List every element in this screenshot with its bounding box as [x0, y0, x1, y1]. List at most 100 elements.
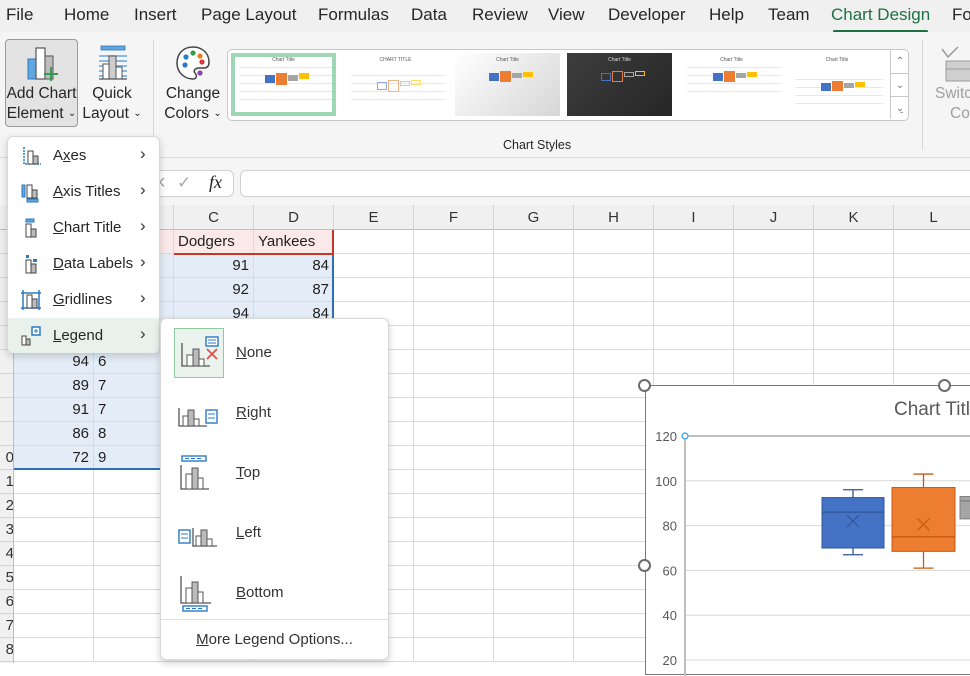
check-icon[interactable]: ✓: [177, 173, 191, 193]
row-header[interactable]: 2: [0, 494, 13, 518]
cell[interactable]: [494, 614, 574, 638]
chart-style-thumb[interactable]: Chart Title: [567, 53, 672, 116]
column-header-i[interactable]: I: [654, 205, 734, 230]
column-header-e[interactable]: E: [334, 205, 414, 230]
cell[interactable]: [334, 278, 414, 302]
cell[interactable]: [494, 422, 574, 446]
cell[interactable]: [574, 398, 654, 422]
cell[interactable]: 91: [14, 398, 94, 422]
cell[interactable]: [414, 494, 494, 518]
cell[interactable]: [734, 326, 814, 350]
cell[interactable]: [654, 254, 734, 278]
cell[interactable]: [14, 638, 94, 662]
menu-item-axis-titles[interactable]: Axis Titles ›: [8, 174, 159, 210]
menu-item-data-labels[interactable]: Data Labels ›: [8, 246, 159, 282]
cell[interactable]: [414, 254, 494, 278]
cell[interactable]: [814, 350, 894, 374]
menu-item-axes[interactable]: Axes ›: [8, 138, 159, 174]
cell[interactable]: [414, 446, 494, 470]
tab-view[interactable]: View: [548, 5, 585, 25]
cell[interactable]: [494, 254, 574, 278]
row-header[interactable]: 8: [0, 638, 13, 662]
gallery-more-button[interactable]: ⌄̱: [890, 96, 909, 119]
cell[interactable]: [494, 398, 574, 422]
cell[interactable]: [814, 254, 894, 278]
chart-style-thumb[interactable]: Chart Title: [679, 53, 784, 116]
column-header-k[interactable]: K: [814, 205, 894, 230]
column-header-l[interactable]: L: [894, 205, 970, 230]
tab-file[interactable]: File: [6, 5, 33, 25]
change-colors-button[interactable]: Change Colors ⌄: [160, 40, 226, 124]
cell[interactable]: [814, 230, 894, 254]
cell[interactable]: [414, 590, 494, 614]
cell[interactable]: [414, 398, 494, 422]
cell[interactable]: [334, 254, 414, 278]
cell[interactable]: [14, 590, 94, 614]
cell[interactable]: [494, 566, 574, 590]
row-header[interactable]: 7: [0, 614, 13, 638]
cell[interactable]: 91: [174, 254, 254, 278]
cell[interactable]: [894, 302, 970, 326]
cell[interactable]: [414, 302, 494, 326]
cell[interactable]: 92: [174, 278, 254, 302]
cell[interactable]: [574, 278, 654, 302]
cell[interactable]: [814, 326, 894, 350]
cell[interactable]: [494, 326, 574, 350]
cell[interactable]: [414, 518, 494, 542]
tab-developer[interactable]: Developer: [608, 5, 686, 25]
cell[interactable]: [414, 278, 494, 302]
cell[interactable]: [734, 302, 814, 326]
cell[interactable]: [574, 470, 654, 494]
cell[interactable]: [574, 590, 654, 614]
cell[interactable]: [574, 302, 654, 326]
cell[interactable]: 86: [14, 422, 94, 446]
legend-option-none[interactable]: None: [161, 321, 388, 381]
cell[interactable]: [14, 614, 94, 638]
tab-chart-design[interactable]: Chart Design: [831, 5, 930, 33]
add-chart-element-button[interactable]: Add Chart Element ⌄: [5, 39, 78, 127]
cell[interactable]: [574, 638, 654, 662]
legend-option-left[interactable]: Left: [161, 501, 388, 561]
cell[interactable]: [14, 470, 94, 494]
cell[interactable]: [494, 374, 574, 398]
cell[interactable]: [414, 470, 494, 494]
cell[interactable]: 87: [254, 278, 334, 302]
cell[interactable]: [494, 590, 574, 614]
tab-team[interactable]: Team: [768, 5, 810, 25]
cell[interactable]: [14, 518, 94, 542]
cell[interactable]: Yankees: [254, 230, 334, 254]
quick-layout-button[interactable]: Quick Layout ⌄: [80, 40, 144, 124]
cell[interactable]: [894, 254, 970, 278]
cell[interactable]: [894, 230, 970, 254]
formula-input[interactable]: [240, 170, 970, 197]
cell[interactable]: [14, 542, 94, 566]
cell[interactable]: [654, 278, 734, 302]
cell[interactable]: [574, 326, 654, 350]
menu-item-gridlines[interactable]: Gridlines ›: [8, 282, 159, 318]
more-legend-options-link[interactable]: More Legend Options...: [161, 619, 388, 659]
cell[interactable]: [334, 230, 414, 254]
gallery-scroll-up-button[interactable]: ⌃: [890, 50, 909, 73]
cell[interactable]: [574, 230, 654, 254]
cell[interactable]: [734, 254, 814, 278]
cell[interactable]: [654, 302, 734, 326]
cell[interactable]: [414, 230, 494, 254]
cell[interactable]: [14, 494, 94, 518]
cell[interactable]: 94: [14, 350, 94, 374]
cell[interactable]: [494, 350, 574, 374]
cell[interactable]: [414, 566, 494, 590]
cell[interactable]: [494, 494, 574, 518]
gallery-scroll-down-button[interactable]: ⌄: [890, 73, 909, 96]
cell[interactable]: 72: [14, 446, 94, 470]
tab-data[interactable]: Data: [411, 5, 447, 25]
cell[interactable]: [414, 638, 494, 662]
column-header-f[interactable]: F: [414, 205, 494, 230]
row-header[interactable]: [0, 374, 13, 398]
cell[interactable]: [654, 350, 734, 374]
row-header[interactable]: [0, 398, 13, 422]
cell[interactable]: [574, 422, 654, 446]
chart-resize-handle-left[interactable]: [638, 559, 651, 572]
cell[interactable]: [494, 230, 574, 254]
chart-style-thumb[interactable]: CHART TITLE: [343, 53, 448, 116]
cell[interactable]: [814, 302, 894, 326]
